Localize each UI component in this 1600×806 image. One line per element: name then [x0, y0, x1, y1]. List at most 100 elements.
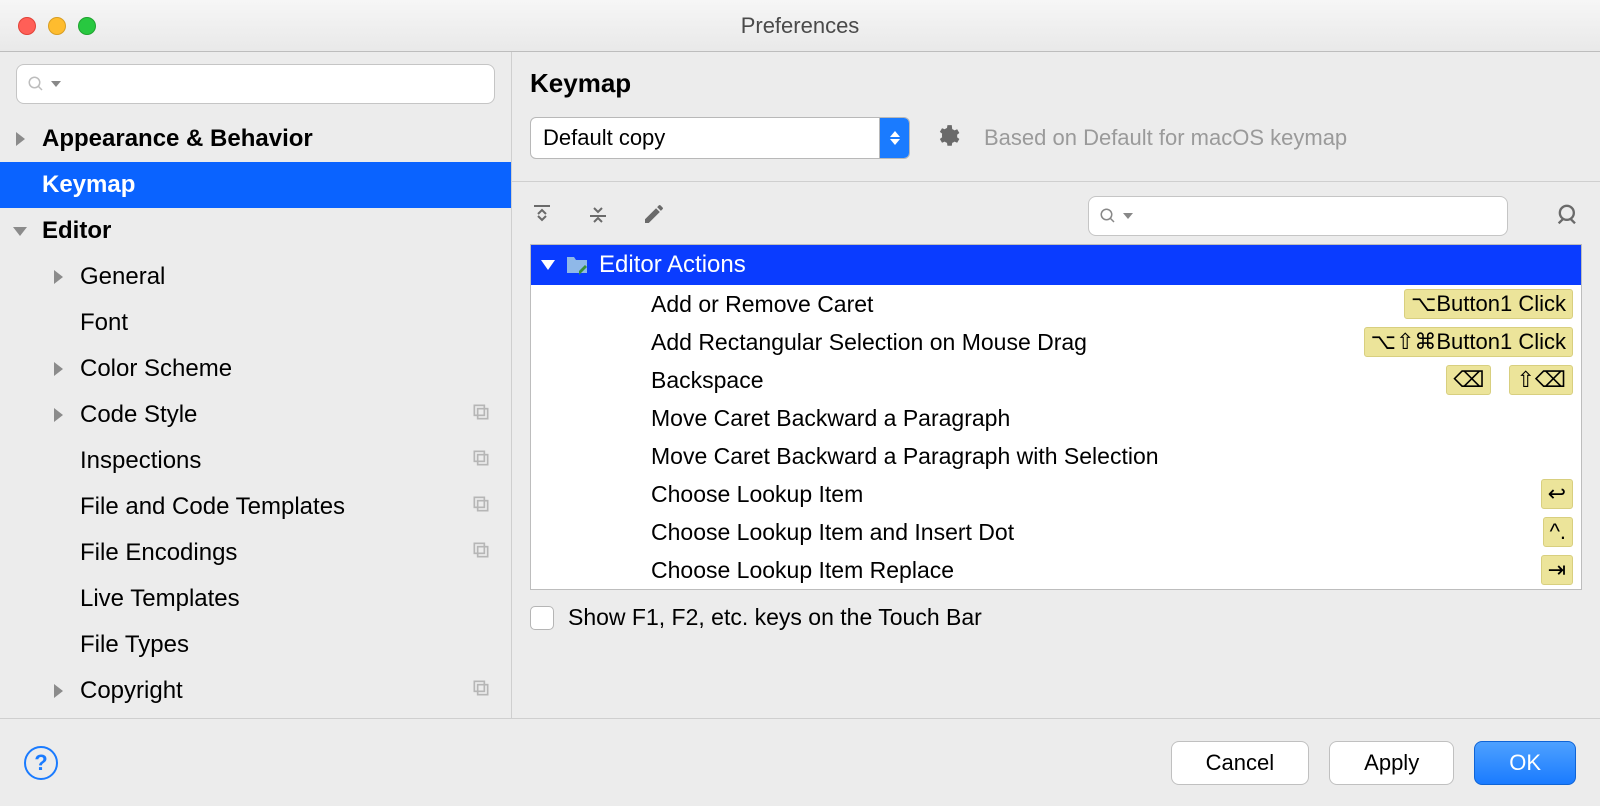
sidebar-item[interactable]: Editor [0, 208, 511, 254]
sidebar-item[interactable]: File and Code Templates [0, 484, 511, 530]
action-row[interactable]: Add or Remove Caret⌥Button1 Click [531, 285, 1581, 323]
action-name: Backspace [651, 367, 1446, 394]
sidebar-item-label: Editor [42, 217, 111, 245]
sidebar-item-label: General [80, 263, 165, 291]
shortcut-badge: ⇧⌫ [1509, 365, 1573, 395]
shortcut-badge: ⌫ [1446, 365, 1491, 395]
sidebar-item-label: Copyright [80, 677, 183, 705]
chevron-down-icon [1123, 213, 1133, 219]
touchbar-checkbox-label: Show F1, F2, etc. keys on the Touch Bar [568, 604, 982, 631]
touchbar-checkbox[interactable] [530, 606, 554, 630]
action-name: Move Caret Backward a Paragraph [651, 405, 1573, 432]
action-tree[interactable]: Editor Actions Add or Remove Caret⌥Butto… [530, 244, 1582, 590]
action-name: Move Caret Backward a Paragraph with Sel… [651, 443, 1573, 470]
action-row[interactable]: Choose Lookup Item Replace⇥ [531, 551, 1581, 589]
search-icon [27, 75, 45, 93]
action-name: Add Rectangular Selection on Mouse Drag [651, 329, 1364, 356]
sidebar-item-label: File Encodings [80, 539, 237, 567]
shortcut-list: ⌥⇧⌘Button1 Click [1364, 327, 1573, 357]
based-on-label: Based on Default for macOS keymap [984, 125, 1347, 151]
sidebar-item-label: Code Style [80, 401, 197, 429]
collapse-all-icon[interactable] [586, 202, 610, 231]
sidebar-item[interactable]: Copyright [0, 668, 511, 714]
sidebar-item-label: Live Templates [80, 585, 240, 613]
action-search-input[interactable] [1088, 196, 1508, 236]
action-name: Choose Lookup Item and Insert Dot [651, 519, 1543, 546]
sidebar-item[interactable]: File Types [0, 622, 511, 668]
shortcut-list: ⌫ ⇧⌫ [1446, 365, 1573, 395]
sidebar-item-label: Color Scheme [80, 355, 232, 383]
sidebar-item[interactable]: Live Templates [0, 576, 511, 622]
shortcut-badge: ^. [1543, 517, 1573, 547]
cancel-button[interactable]: Cancel [1171, 741, 1309, 785]
apply-button[interactable]: Apply [1329, 741, 1454, 785]
sidebar-item[interactable]: Keymap [0, 162, 511, 208]
sidebar-item[interactable]: Color Scheme [0, 346, 511, 392]
sidebar-item-label: File and Code Templates [80, 493, 345, 521]
chevron-down-icon [51, 81, 61, 87]
action-name: Choose Lookup Item Replace [651, 557, 1541, 584]
close-window-button[interactable] [18, 17, 36, 35]
sidebar-item[interactable]: File Encodings [0, 530, 511, 576]
search-icon [1099, 207, 1117, 225]
chevron-right-icon [54, 408, 63, 422]
window-controls [18, 17, 96, 35]
tree-group-editor-actions[interactable]: Editor Actions [531, 245, 1581, 285]
action-row[interactable]: Move Caret Backward a Paragraph [531, 399, 1581, 437]
window-titlebar: Preferences [0, 0, 1600, 52]
keymap-scheme-select[interactable]: Default copy [530, 117, 910, 159]
action-row[interactable]: Choose Lookup Item↩ [531, 475, 1581, 513]
content-panel: Keymap Default copy Based on Default for… [512, 52, 1600, 718]
scope-icon [471, 493, 491, 521]
scope-icon [471, 539, 491, 567]
minimize-window-button[interactable] [48, 17, 66, 35]
preferences-sidebar: Appearance & Behavior Keymap Editor General… [0, 52, 512, 718]
edit-icon[interactable] [642, 202, 666, 231]
scope-icon [471, 447, 491, 475]
chevron-right-icon [54, 362, 63, 376]
window-title: Preferences [0, 13, 1600, 39]
sidebar-item[interactable]: Appearance & Behavior [0, 116, 511, 162]
action-row[interactable]: Choose Lookup Item and Insert Dot^. [531, 513, 1581, 551]
shortcut-list: ^. [1543, 517, 1573, 547]
help-button[interactable]: ? [24, 746, 58, 780]
expand-all-icon[interactable] [530, 202, 554, 231]
sidebar-nav: Appearance & Behavior Keymap Editor General… [0, 116, 511, 718]
zoom-window-button[interactable] [78, 17, 96, 35]
shortcut-badge: ⌥⇧⌘Button1 Click [1364, 327, 1573, 357]
action-name: Choose Lookup Item [651, 481, 1541, 508]
sidebar-item[interactable]: Inspections [0, 438, 511, 484]
dialog-footer: ? Cancel Apply OK [0, 718, 1600, 806]
gear-icon[interactable] [934, 123, 960, 154]
ok-button[interactable]: OK [1474, 741, 1576, 785]
sidebar-item-label: Appearance & Behavior [42, 125, 313, 153]
shortcut-list: ⇥ [1541, 555, 1573, 585]
keymap-toolbar [512, 181, 1600, 244]
chevron-right-icon [54, 270, 63, 284]
action-row[interactable]: Move Caret Backward a Paragraph with Sel… [531, 437, 1581, 475]
folder-icon [565, 255, 589, 275]
action-row[interactable]: Backspace⌫ ⇧⌫ [531, 361, 1581, 399]
select-handle-icon [879, 118, 909, 158]
tree-group-label: Editor Actions [599, 251, 746, 279]
chevron-down-icon [13, 227, 27, 236]
page-title: Keymap [530, 68, 1582, 99]
sidebar-item-label: File Types [80, 631, 189, 659]
sidebar-item[interactable]: General [0, 254, 511, 300]
sidebar-item-label: Keymap [42, 171, 135, 199]
shortcut-badge: ↩ [1541, 479, 1573, 509]
sidebar-item[interactable]: Font [0, 300, 511, 346]
shortcut-badge: ⌥Button1 Click [1404, 289, 1573, 319]
chevron-right-icon [54, 684, 63, 698]
find-by-shortcut-icon[interactable] [1554, 200, 1582, 233]
shortcut-list: ⌥Button1 Click [1404, 289, 1573, 319]
sidebar-item[interactable]: Code Style [0, 392, 511, 438]
triangle-down-icon [541, 260, 555, 270]
sidebar-search-input[interactable] [16, 64, 495, 104]
scope-icon [471, 677, 491, 705]
sidebar-item-label: Font [80, 309, 128, 337]
scope-icon [471, 401, 491, 429]
action-row[interactable]: Add Rectangular Selection on Mouse Drag⌥… [531, 323, 1581, 361]
shortcut-badge: ⇥ [1541, 555, 1573, 585]
chevron-right-icon [16, 132, 25, 146]
